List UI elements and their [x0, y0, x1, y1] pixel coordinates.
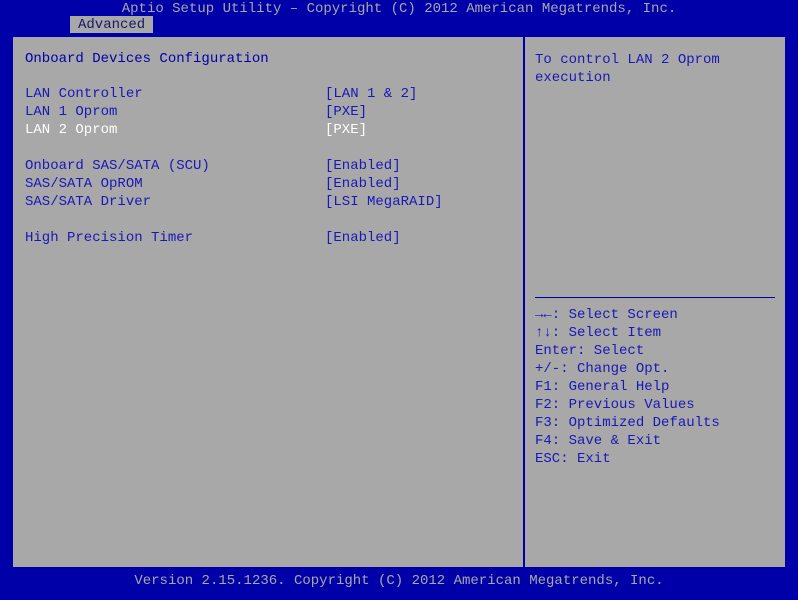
row-sas-oprom[interactable]: SAS/SATA OpROM [Enabled] — [25, 175, 515, 193]
row-lan-controller[interactable]: LAN Controller [LAN 1 & 2] — [25, 85, 515, 103]
spacer — [25, 211, 515, 229]
hint-esc: ESC: Exit — [535, 450, 775, 468]
hint-f2: F2: Previous Values — [535, 396, 775, 414]
hint-select-screen: →←: Select Screen — [535, 306, 775, 324]
value-lan2-oprom: [PXE] — [325, 121, 515, 139]
footer-text: Version 2.15.1236. Copyright (C) 2012 Am… — [134, 573, 663, 589]
section-title: Onboard Devices Configuration — [25, 51, 515, 67]
label-sas-oprom: SAS/SATA OpROM — [25, 175, 325, 193]
hint-f4: F4: Save & Exit — [535, 432, 775, 450]
value-sas-driver: [LSI MegaRAID] — [325, 193, 515, 211]
tab-bar: Advanced — [70, 16, 153, 34]
row-lan2-oprom[interactable]: LAN 2 Oprom [PXE] — [25, 121, 515, 139]
row-hpet[interactable]: High Precision Timer [Enabled] — [25, 229, 515, 247]
hint-select-item: ↑↓: Select Item — [535, 324, 775, 342]
label-sas-scu: Onboard SAS/SATA (SCU) — [25, 157, 325, 175]
hint-f3: F3: Optimized Defaults — [535, 414, 775, 432]
row-sas-driver[interactable]: SAS/SATA Driver [LSI MegaRAID] — [25, 193, 515, 211]
label-lan-controller: LAN Controller — [25, 85, 325, 103]
content-panel: Onboard Devices Configuration LAN Contro… — [10, 34, 788, 570]
value-sas-scu: [Enabled] — [325, 157, 515, 175]
title-text: Aptio Setup Utility – Copyright (C) 2012… — [122, 1, 677, 17]
help-description: To control LAN 2 Oprom execution — [535, 51, 775, 87]
tab-advanced[interactable]: Advanced — [70, 16, 153, 33]
help-panel: To control LAN 2 Oprom execution →←: Sel… — [524, 36, 786, 568]
value-hpet: [Enabled] — [325, 229, 515, 247]
bios-window: Aptio Setup Utility – Copyright (C) 2012… — [0, 0, 798, 600]
row-lan1-oprom[interactable]: LAN 1 Oprom [PXE] — [25, 103, 515, 121]
label-lan1-oprom: LAN 1 Oprom — [25, 103, 325, 121]
help-divider — [535, 297, 775, 298]
value-lan1-oprom: [PXE] — [325, 103, 515, 121]
hint-change-opt: +/-: Change Opt. — [535, 360, 775, 378]
label-hpet: High Precision Timer — [25, 229, 325, 247]
row-sas-scu[interactable]: Onboard SAS/SATA (SCU) [Enabled] — [25, 157, 515, 175]
value-lan-controller: [LAN 1 & 2] — [325, 85, 515, 103]
footer-bar: Version 2.15.1236. Copyright (C) 2012 Am… — [0, 572, 798, 596]
hint-enter: Enter: Select — [535, 342, 775, 360]
spacer — [25, 139, 515, 157]
hint-f1: F1: General Help — [535, 378, 775, 396]
settings-area: Onboard Devices Configuration LAN Contro… — [12, 36, 524, 568]
label-lan2-oprom: LAN 2 Oprom — [25, 121, 325, 139]
value-sas-oprom: [Enabled] — [325, 175, 515, 193]
label-sas-driver: SAS/SATA Driver — [25, 193, 325, 211]
